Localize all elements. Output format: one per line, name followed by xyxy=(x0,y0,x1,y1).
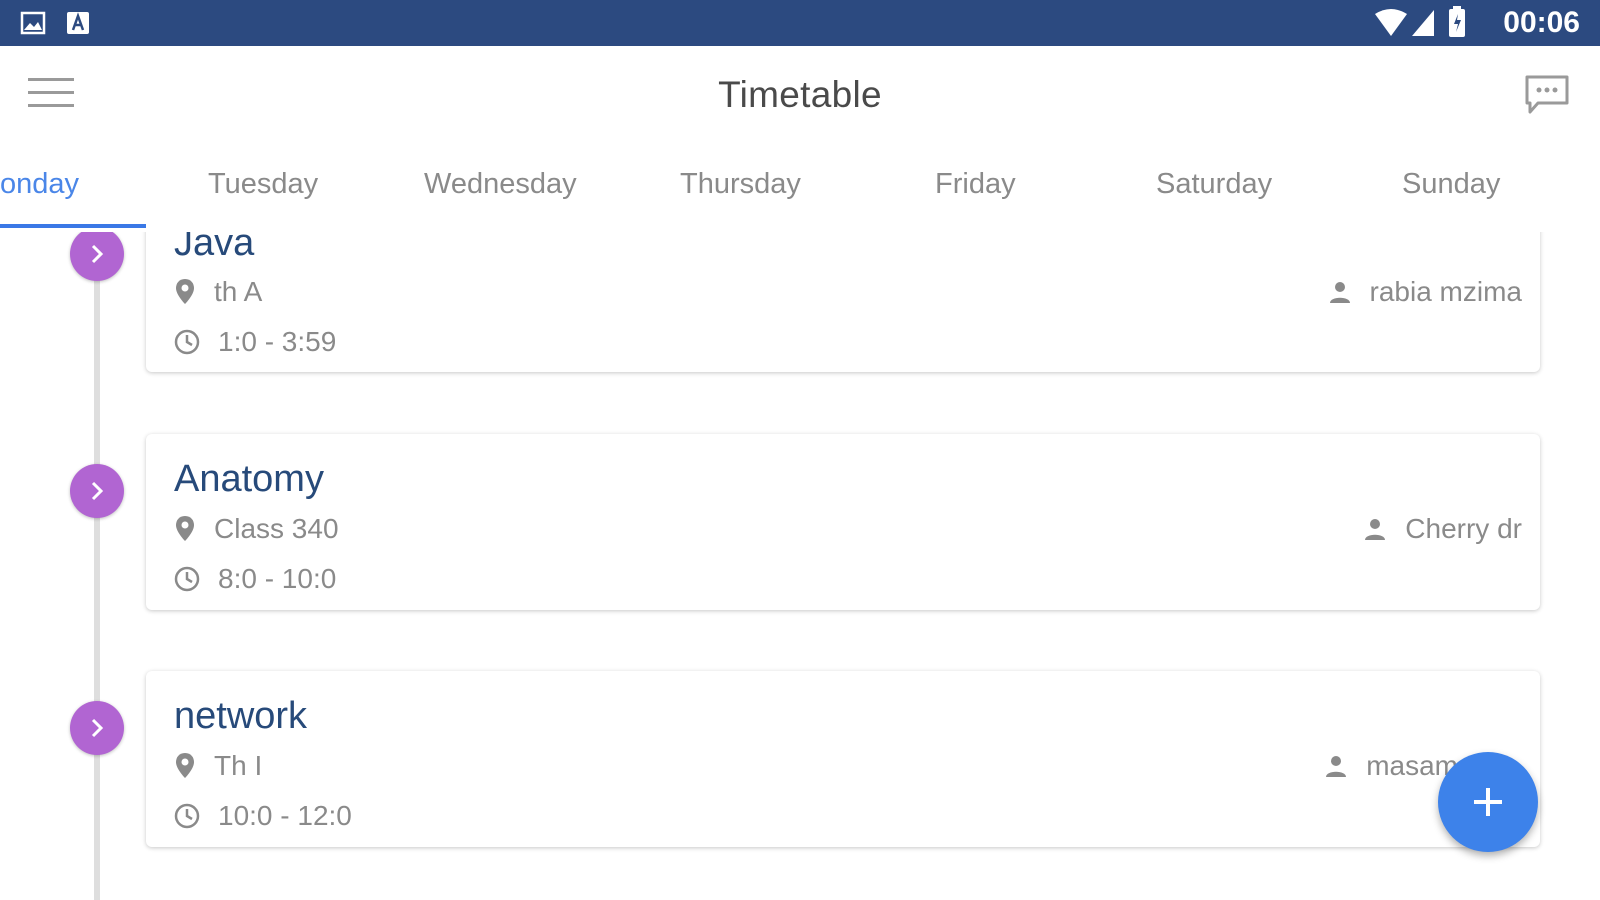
chat-bubble-icon[interactable] xyxy=(1524,74,1570,116)
class-list[interactable]: Java th A 1:0 - 3:59 rabia mzima Anatomy… xyxy=(0,232,1600,900)
location-pin-icon xyxy=(176,753,194,778)
tab-friday[interactable]: Friday xyxy=(935,168,1016,201)
class-room-row: th A xyxy=(174,275,262,309)
wifi-icon xyxy=(1375,9,1407,36)
class-room-row: Class 340 xyxy=(174,512,339,546)
person-icon xyxy=(1365,519,1386,540)
class-teacher-row: rabia mzima xyxy=(1328,275,1522,309)
clock-icon xyxy=(174,329,200,355)
day-tabs: onday Tuesday Wednesday Thursday Friday … xyxy=(0,146,1600,232)
class-subject: network xyxy=(174,695,308,737)
class-teacher: rabia mzima xyxy=(1369,276,1522,307)
battery-icon xyxy=(1449,6,1465,37)
person-icon xyxy=(1329,282,1350,303)
class-card[interactable]: Anatomy Class 340 8:0 - 10:0 Cherry dr xyxy=(146,434,1540,610)
image-icon xyxy=(20,11,46,35)
clock-icon xyxy=(174,803,200,829)
a-box-icon xyxy=(67,12,89,34)
chevron-right-icon xyxy=(91,718,104,738)
class-room: Class 340 xyxy=(214,513,339,544)
chevron-right-icon xyxy=(91,481,104,501)
class-subject: Anatomy xyxy=(174,458,324,500)
class-time: 8:0 - 10:0 xyxy=(218,563,337,594)
signal-icon xyxy=(1412,10,1434,36)
class-time: 1:0 - 3:59 xyxy=(218,326,337,357)
location-pin-icon xyxy=(176,279,194,304)
location-pin-icon xyxy=(176,516,194,541)
tab-wednesday[interactable]: Wednesday xyxy=(424,168,577,201)
class-room: Th I xyxy=(214,750,263,781)
tab-monday[interactable]: onday xyxy=(0,168,79,201)
clock-icon xyxy=(174,566,200,592)
add-class-button[interactable] xyxy=(1438,752,1538,852)
timeline-node[interactable] xyxy=(70,701,124,755)
class-card[interactable]: network Th I 10:0 - 12:0 masam xyxy=(146,671,1540,847)
status-bar: 00:06 xyxy=(0,0,1600,46)
page-title: Timetable xyxy=(718,74,882,115)
chevron-right-icon xyxy=(91,244,104,264)
tab-saturday[interactable]: Saturday xyxy=(1156,168,1272,201)
class-teacher-row: masam xyxy=(1324,749,1458,783)
class-time: 10:0 - 12:0 xyxy=(218,800,352,831)
timeline-node[interactable] xyxy=(70,232,124,281)
class-room-row: Th I xyxy=(174,749,262,783)
class-subject: Java xyxy=(174,232,255,264)
class-time-row: 8:0 - 10:0 xyxy=(174,562,336,596)
tab-tuesday[interactable]: Tuesday xyxy=(208,168,318,201)
status-time: 00:06 xyxy=(1503,6,1580,39)
person-icon xyxy=(1326,756,1347,777)
class-teacher: Cherry dr xyxy=(1405,513,1522,544)
tab-thursday[interactable]: Thursday xyxy=(680,168,801,201)
app-bar: Timetable xyxy=(0,46,1600,146)
timeline-line xyxy=(94,232,100,900)
timeline-node[interactable] xyxy=(70,464,124,518)
class-time-row: 10:0 - 12:0 xyxy=(174,799,352,833)
plus-icon xyxy=(1474,788,1502,816)
active-tab-indicator xyxy=(0,224,146,228)
class-room: th A xyxy=(214,276,263,307)
tab-sunday[interactable]: Sunday xyxy=(1402,168,1500,201)
class-card[interactable]: Java th A 1:0 - 3:59 rabia mzima xyxy=(146,232,1540,372)
class-time-row: 1:0 - 3:59 xyxy=(174,325,336,359)
class-teacher-row: Cherry dr xyxy=(1363,512,1522,546)
